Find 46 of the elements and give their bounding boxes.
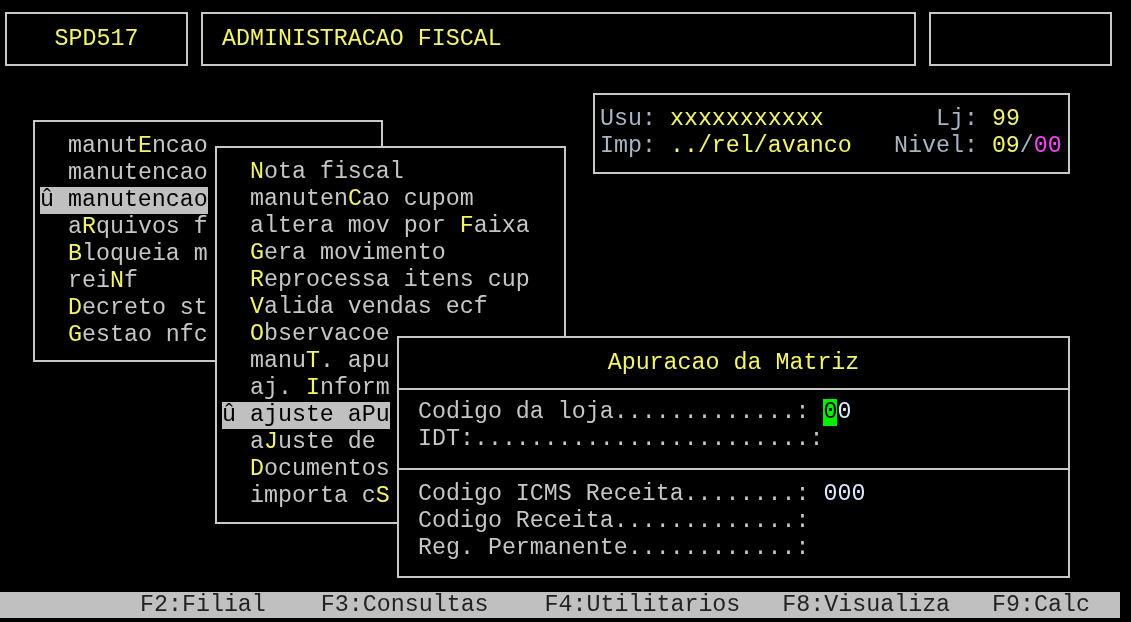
function-key[interactable]: F8:Visualiza [782,591,951,619]
field-label: Codigo da loja.............: [418,399,810,426]
menu-item[interactable]: aRquivos f [40,214,208,241]
menu-item[interactable]: manutencao [40,160,208,187]
menu-item[interactable]: Valida vendas ecf [222,294,488,321]
menu-item[interactable]: Gera movimento [222,240,446,267]
menu-item[interactable]: Bloqueia m [40,241,208,268]
function-key[interactable]: F3:Consultas [320,591,489,619]
menu-item[interactable]: importa cS [222,483,390,510]
menu-item[interactable]: Decreto st [40,295,208,322]
input-field[interactable]: 00 [823,399,852,426]
input-field[interactable]: 000 [823,481,866,508]
user-label: Usu: [600,106,656,133]
menu-item[interactable]: Gestao nfc [40,322,208,349]
menu-item[interactable]: Nota fiscal [222,159,404,186]
menu-item[interactable]: Documentos [222,456,390,483]
program-code: SPD517 [54,25,139,53]
nivel-label: Nivel: [894,133,978,160]
screen-title: ADMINISTRACAO FISCAL [222,25,502,53]
menu-item[interactable]: aJuste de [222,429,376,456]
menu-item[interactable]: manutEncao [40,133,208,160]
user-value: xxxxxxxxxxx [669,106,824,133]
menu-item[interactable]: reiNf [40,268,138,295]
field-label: Codigo ICMS Receita........: [418,481,810,508]
field-label: IDT:........................: [418,426,824,453]
function-key[interactable]: F4:Utilitarios [544,591,741,619]
menu-item[interactable]: altera mov por Faixa [222,213,530,240]
menu-item[interactable]: û ajuste aPu [222,402,390,429]
store-label: Lj: [936,106,978,133]
store-value: 99 [991,106,1020,133]
printer-path: ../rel/avanco [669,133,852,160]
function-key[interactable]: F9:Calc [992,591,1090,619]
nivel-sub-value: 00 [1033,133,1062,160]
function-key[interactable]: F2:Filial [140,591,266,619]
nivel-separator: / [1019,133,1034,160]
menu-item[interactable]: û manutencao [40,187,208,214]
field-label: Reg. Permanente............: [418,535,810,562]
dialog-title: Apuracao da Matriz [607,349,860,377]
menu-item[interactable]: Reprocessa itens cup [222,267,530,294]
menu-item[interactable]: aj. Inform [222,375,390,402]
field-label: Codigo Receita.............: [418,508,810,535]
menu-item[interactable]: manuT. apu [222,348,390,375]
printer-label: Imp: [600,133,656,160]
menu-item[interactable]: manutenCao cupom [222,186,474,213]
nivel-value: 09 [991,133,1020,160]
menu-item[interactable]: Observacoe [222,321,390,348]
